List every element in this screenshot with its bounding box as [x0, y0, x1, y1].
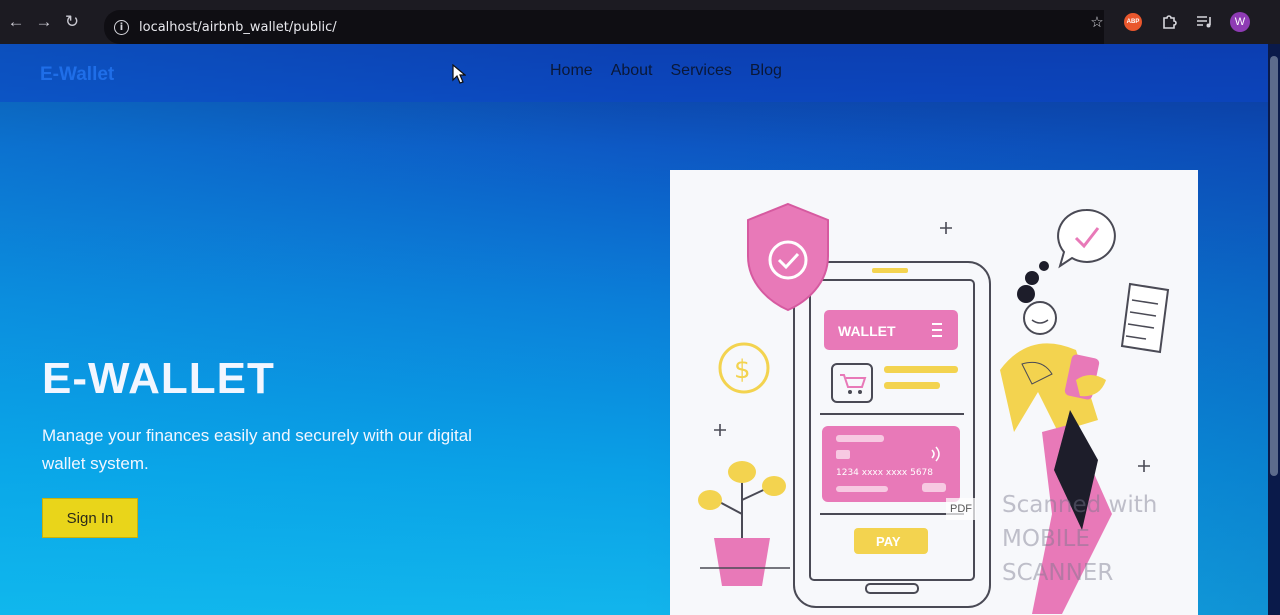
- forward-arrow-icon[interactable]: →: [30, 8, 58, 36]
- scrollbar[interactable]: [1268, 44, 1280, 615]
- media-icon[interactable]: [1194, 11, 1216, 33]
- puzzle-icon[interactable]: [1158, 11, 1180, 33]
- cart-box: [831, 363, 873, 403]
- address-bar[interactable]: i localhost/airbnb_wallet/public/: [104, 10, 1104, 44]
- receipt-icon: [1120, 282, 1170, 354]
- site-logo[interactable]: E-Wallet: [40, 64, 114, 86]
- hero-subtitle: Manage your finances easily and securely…: [42, 426, 472, 473]
- back-arrow-icon[interactable]: ←: [2, 8, 30, 36]
- wallet-illustration: WALLET 1234 xxxx xxxx 5678 PAY $ PDF Sca…: [670, 170, 1198, 615]
- watermark-line-2: MOBILE SCANNER: [1002, 526, 1114, 586]
- sign-in-button[interactable]: Sign In: [42, 498, 138, 538]
- extension-badge: ABP: [1124, 13, 1142, 31]
- scrollbar-thumb[interactable]: [1270, 56, 1278, 476]
- sparkle-icon: [940, 222, 952, 234]
- mouse-cursor-icon: [452, 64, 466, 84]
- shield-icon: [747, 202, 829, 312]
- person-head: [1023, 301, 1057, 335]
- scanner-watermark: Scanned with MOBILE SCANNER: [1002, 488, 1198, 590]
- url-text[interactable]: localhost/airbnb_wallet/public/: [139, 20, 337, 35]
- cart-icon: [840, 374, 867, 388]
- card-number: 1234 xxxx xxxx 5678: [836, 468, 933, 478]
- phone-speaker: [872, 268, 908, 273]
- svg-text:$: $: [734, 355, 751, 385]
- hero-section: E-WALLET Manage your finances easily and…: [42, 354, 482, 538]
- nav-about-link[interactable]: About: [611, 62, 653, 80]
- pay-label: PAY: [876, 534, 901, 549]
- reload-icon[interactable]: ↻: [58, 8, 86, 36]
- hero-title: E-WALLET: [42, 354, 275, 403]
- profile-avatar[interactable]: W: [1230, 12, 1250, 32]
- phone-home-button: [865, 583, 919, 594]
- nav-services-link[interactable]: Services: [671, 62, 732, 80]
- pdf-tag: PDF: [946, 498, 976, 520]
- nav-home-link[interactable]: Home: [550, 62, 593, 80]
- plant-pot-icon: [714, 538, 770, 586]
- wallet-label: WALLET: [838, 323, 896, 339]
- browser-toolbar: ← → ↻ i localhost/airbnb_wallet/public/ …: [0, 0, 1280, 44]
- main-nav: Home About Services Blog: [550, 62, 782, 80]
- nav-blog-link[interactable]: Blog: [750, 62, 782, 80]
- site-header: E-Wallet Home About Services Blog: [0, 44, 1280, 102]
- chat-bubble-icon: [1057, 208, 1116, 269]
- info-icon[interactable]: i: [114, 19, 129, 35]
- page-viewport: E-Wallet Home About Services Blog E-WALL…: [0, 44, 1280, 615]
- extension-icon[interactable]: ABP: [1122, 11, 1144, 33]
- star-icon[interactable]: ☆: [1086, 11, 1108, 33]
- watermark-line-1: Scanned with: [1002, 492, 1158, 518]
